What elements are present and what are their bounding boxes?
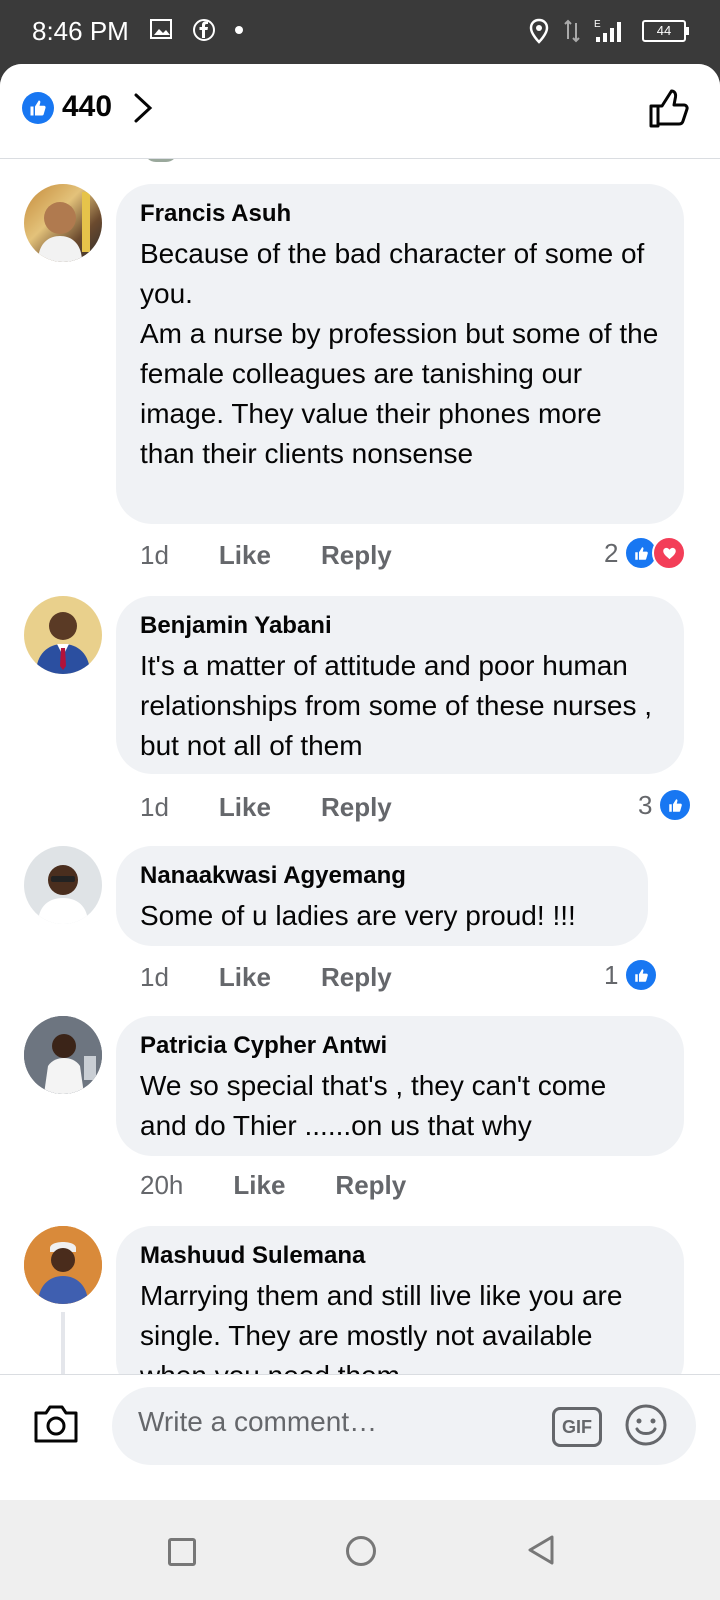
comment-composer: GIF <box>0 1374 720 1501</box>
comment-time: 1d <box>140 792 169 822</box>
comment-time: 20h <box>140 1170 184 1200</box>
comment-bubble[interactable]: Patricia Cypher Antwi We so special that… <box>116 1016 684 1156</box>
like-button[interactable]: Like <box>219 792 271 823</box>
data-transfer-icon <box>564 19 580 43</box>
reaction-count: 2 <box>604 537 619 568</box>
avatar[interactable] <box>24 846 102 924</box>
comment-text: Because of the bad character of some of … <box>140 238 659 469</box>
status-time: 8:46 PM <box>32 16 129 46</box>
home-icon[interactable] <box>346 1536 376 1566</box>
comment-time: 1d <box>140 962 169 992</box>
reply-button[interactable]: Reply <box>321 962 392 993</box>
comment-bubble[interactable]: Mashuud Sulemana Marrying them and still… <box>116 1226 684 1396</box>
comment-input[interactable] <box>136 1405 520 1439</box>
status-bar: 8:46 PM E 44 <box>0 0 720 64</box>
like-reaction-icon <box>624 958 659 992</box>
emoji-icon[interactable] <box>624 1403 668 1447</box>
reaction-count[interactable]: 440 <box>62 90 112 124</box>
comment-bubble[interactable]: Nanaakwasi Agyemang Some of u ladies are… <box>116 846 648 946</box>
svg-text:E: E <box>594 19 601 30</box>
like-button[interactable]: Like <box>219 540 271 571</box>
thumbs-up-outline-icon[interactable] <box>648 88 690 130</box>
commenter-name[interactable]: Patricia Cypher Antwi <box>140 1032 660 1060</box>
comment-reactions[interactable]: 1 <box>604 958 659 992</box>
facebook-notification-icon <box>193 19 215 41</box>
comment-bubble[interactable]: Benjamin Yabani It's a matter of attitud… <box>116 596 684 774</box>
signal-icon: E <box>594 19 621 42</box>
commenter-name[interactable]: Nanaakwasi Agyemang <box>140 862 624 890</box>
reaction-count: 1 <box>604 959 619 990</box>
comments-sheet: 440 Francis Asuh Because of the bad char… <box>0 64 720 1500</box>
chevron-right-icon[interactable] <box>132 92 154 124</box>
like-reaction-icon <box>22 92 54 124</box>
comment-time: 1d <box>140 540 169 570</box>
reply-button[interactable]: Reply <box>321 540 392 571</box>
comment-input-box[interactable]: GIF <box>112 1387 696 1465</box>
commenter-name[interactable]: Mashuud Sulemana <box>140 1242 660 1270</box>
location-icon <box>529 18 549 44</box>
avatar[interactable] <box>24 184 102 262</box>
avatar[interactable] <box>24 1016 102 1094</box>
comment-bubble[interactable]: Francis Asuh Because of the bad characte… <box>116 184 684 524</box>
commenter-name[interactable]: Francis Asuh <box>140 200 660 228</box>
camera-icon[interactable] <box>32 1403 80 1445</box>
comment-text: Some of u ladies are very proud! !!! <box>140 900 576 931</box>
reaction-count: 3 <box>638 789 653 820</box>
reply-button[interactable]: Reply <box>321 792 392 823</box>
reply-thread-line <box>61 1312 65 1374</box>
commenter-name[interactable]: Benjamin Yabani <box>140 612 660 640</box>
reactions-header[interactable]: 440 <box>0 64 720 159</box>
comment-text: It's a matter of attitude and poor human… <box>140 650 653 761</box>
back-icon[interactable] <box>526 1534 556 1566</box>
comment-reactions[interactable]: 2 <box>604 536 687 570</box>
gallery-notification-icon <box>150 19 172 39</box>
system-nav-bar <box>0 1500 720 1600</box>
battery-indicator: 44 <box>642 20 689 42</box>
comment-text: We so special that's , they can't come a… <box>140 1070 607 1141</box>
avatar[interactable] <box>24 1226 102 1304</box>
like-button[interactable]: Like <box>233 1170 285 1201</box>
gif-icon[interactable]: GIF <box>552 1407 602 1447</box>
like-button[interactable]: Like <box>219 962 271 993</box>
love-reaction-icon <box>652 536 687 570</box>
reply-button[interactable]: Reply <box>335 1170 406 1201</box>
avatar[interactable] <box>24 596 102 674</box>
comment-reactions[interactable]: 3 <box>638 788 693 822</box>
like-reaction-icon <box>658 788 693 822</box>
recents-icon[interactable] <box>168 1538 196 1566</box>
notification-dot-icon <box>235 26 243 34</box>
